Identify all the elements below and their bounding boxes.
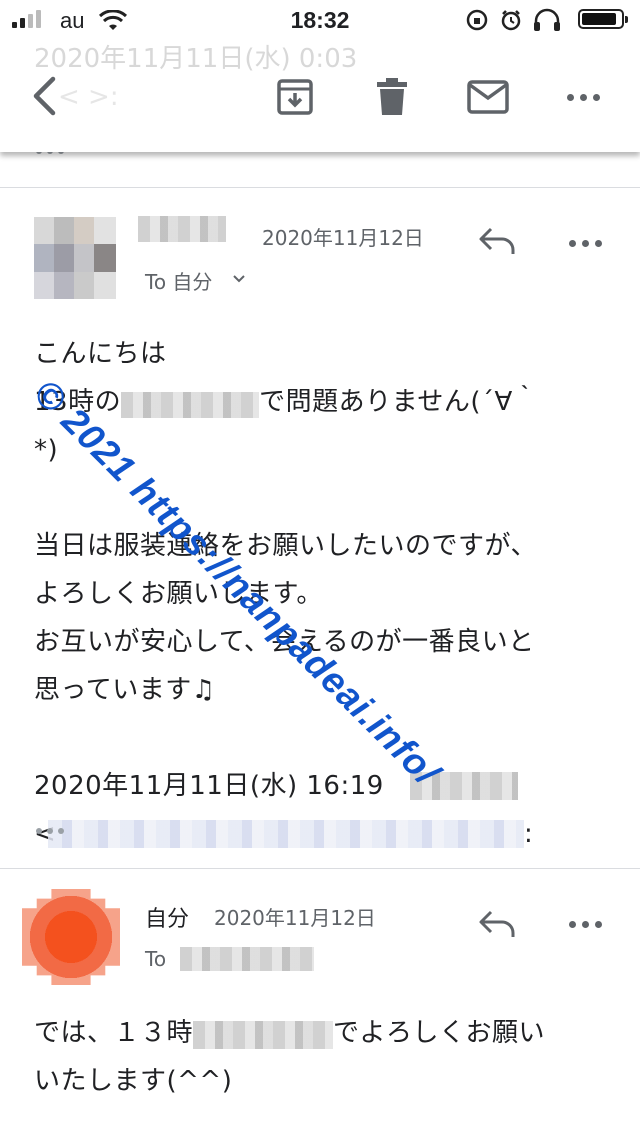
message-card: 2020年11月12日 To 自分 こんにちは 13時の で問題ありません(´∀｀… bbox=[0, 188, 640, 868]
quoted-email-close: : bbox=[524, 819, 534, 849]
reply-button[interactable] bbox=[472, 901, 522, 947]
recipient-line[interactable]: To bbox=[145, 947, 166, 971]
sender-avatar bbox=[34, 217, 116, 299]
orientation-lock-icon bbox=[466, 9, 488, 31]
headphones-icon bbox=[534, 8, 560, 31]
message-more-button[interactable] bbox=[560, 220, 610, 266]
body-line: で問題ありません(´∀｀ bbox=[259, 387, 540, 417]
trash-icon bbox=[377, 78, 407, 115]
body-line: こんにちは bbox=[34, 339, 167, 369]
alarm-icon bbox=[501, 10, 521, 31]
back-arrow-icon bbox=[33, 76, 56, 116]
archive-button[interactable] bbox=[270, 72, 320, 122]
reply-button[interactable] bbox=[472, 218, 522, 264]
scrolled-header-text: 2020年11月11日(水) 0:03 bbox=[34, 44, 358, 74]
redacted-text bbox=[121, 392, 260, 418]
reply-icon bbox=[479, 910, 515, 937]
sender-name-redacted bbox=[138, 216, 226, 242]
more-icon bbox=[568, 920, 602, 928]
sender-name: 自分 bbox=[145, 907, 190, 932]
delete-button[interactable] bbox=[368, 72, 416, 122]
back-button[interactable] bbox=[20, 70, 68, 122]
archive-icon bbox=[277, 79, 313, 115]
body-line: でよろしくお願い bbox=[333, 1018, 546, 1048]
body-line: よろしくお願いします。 bbox=[34, 579, 323, 609]
message-card: 自分 2020年11月12日 To では、１３時 でよろしくお願い いたします(^… bbox=[0, 869, 640, 1136]
self-avatar bbox=[22, 889, 120, 985]
body-line: では、１３時 bbox=[34, 1018, 194, 1048]
reply-icon bbox=[479, 227, 515, 254]
message-date: 2020年11月12日 bbox=[214, 906, 376, 930]
quoted-header: 2020年11月11日(水) 16:19 bbox=[34, 771, 384, 801]
mark-unread-button[interactable] bbox=[463, 72, 513, 122]
message-body: こんにちは 13時の で問題ありません(´∀｀ *) 当日は服装連絡をお願いしたい… bbox=[34, 330, 614, 858]
body-line: 当日は服装連絡をお願いしたいのですが、 bbox=[34, 531, 537, 561]
redacted-email[interactable] bbox=[48, 820, 524, 848]
redacted-text bbox=[193, 1021, 334, 1049]
top-toolbar: 2020年11月11日(水) 0:03 < >: bbox=[0, 40, 640, 152]
recipient-line[interactable]: To 自分 bbox=[145, 266, 212, 295]
message-more-button[interactable] bbox=[560, 901, 610, 947]
show-quoted-button[interactable] bbox=[36, 828, 64, 834]
mail-icon bbox=[467, 80, 509, 114]
status-bar: au 18:32 bbox=[0, 0, 640, 40]
message-body: では、１３時 でよろしくお願い いたします(^^) bbox=[34, 1009, 624, 1105]
more-options-button[interactable] bbox=[558, 74, 608, 120]
recipient-redacted bbox=[180, 947, 314, 971]
more-icon bbox=[566, 93, 600, 101]
body-line: いたします(^^) bbox=[34, 1066, 233, 1096]
message-date: 2020年11月12日 bbox=[262, 226, 424, 250]
battery-icon bbox=[578, 9, 628, 29]
more-icon bbox=[568, 239, 602, 247]
chevron-down-icon[interactable] bbox=[232, 274, 246, 284]
